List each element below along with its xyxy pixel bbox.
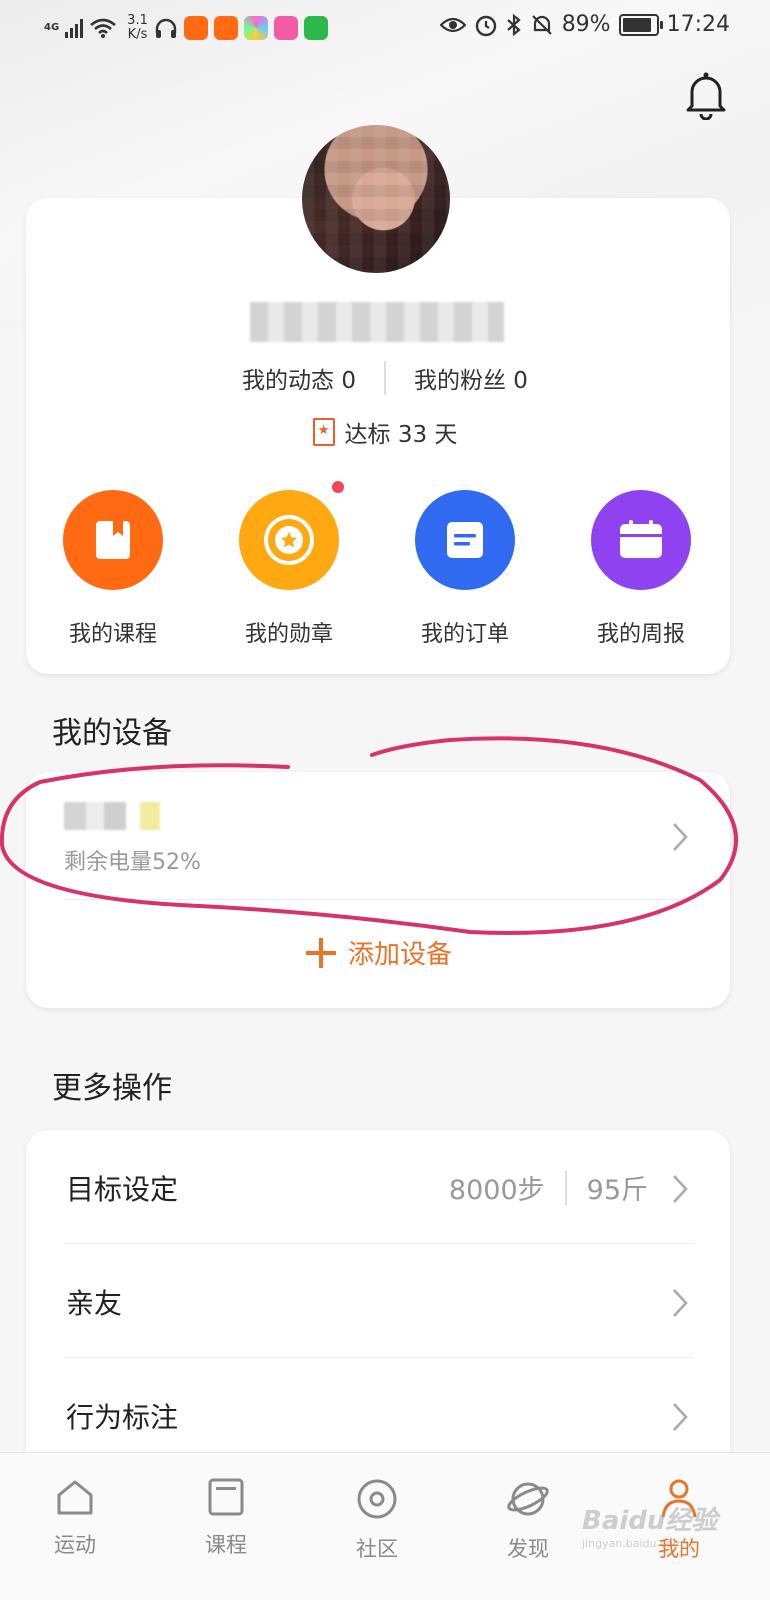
course-icon	[208, 1478, 244, 1516]
status-left: 4G 3.1 K/s	[44, 14, 328, 42]
chevron-right-icon	[673, 1403, 688, 1431]
add-device-button[interactable]: 添加设备	[26, 934, 730, 971]
quick-label: 我的勋章	[244, 622, 333, 647]
tab-community[interactable]: 社区	[322, 1477, 432, 1563]
goal-steps: 8000步	[448, 1175, 545, 1206]
goal-weight: 95斤	[586, 1175, 648, 1206]
bell-icon[interactable]	[682, 68, 730, 120]
family-friends-row[interactable]: 亲友	[26, 1244, 730, 1358]
mute-icon	[531, 14, 552, 35]
streak-badge: ★ 达标 33 天	[0, 414, 770, 450]
watermark-brand: Baidu经验	[582, 1506, 718, 1536]
my-fans-link[interactable]: 我的粉丝 0	[414, 361, 528, 395]
app-icon-iqiyi	[303, 16, 328, 40]
community-icon	[357, 1479, 397, 1519]
notification-dot	[332, 481, 344, 493]
device-battery-text: 剩余电量52%	[64, 850, 201, 875]
more-section-title: 更多操作	[52, 1071, 172, 1106]
app-icon-photos	[243, 16, 268, 40]
medal-icon	[239, 490, 339, 590]
signal-icon	[65, 18, 84, 38]
tab-label: 发现	[507, 1537, 549, 1561]
stats-divider	[384, 361, 386, 395]
chevron-right-icon	[673, 1175, 688, 1203]
chevron-right-icon	[673, 1289, 688, 1317]
divider	[64, 899, 692, 900]
profile-stats: 我的动态 0 我的粉丝 0	[0, 358, 770, 398]
status-right: 89% 17:24	[439, 12, 730, 37]
tab-label: 课程	[205, 1533, 247, 1557]
network-type: 4G	[44, 22, 60, 33]
device-name-redacted	[64, 802, 164, 830]
watermark-url: jingyan.baidu.com	[582, 1537, 684, 1550]
avatar[interactable]	[302, 125, 450, 273]
plus-icon	[305, 937, 336, 968]
speed-value: 3.1	[127, 13, 148, 28]
quick-my-courses[interactable]: 我的课程	[38, 490, 188, 648]
quick-my-medals[interactable]: 我的勋章	[214, 490, 364, 648]
goal-settings-row[interactable]: 目标设定 8000步 95斤	[26, 1130, 730, 1244]
battery-fill	[622, 17, 652, 32]
status-bar: 4G 3.1 K/s 89% 17:24	[0, 0, 770, 58]
add-device-label: 添加设备	[347, 940, 452, 970]
streak-label: 达标 33 天	[344, 422, 458, 448]
network-speed: 3.1 K/s	[127, 14, 148, 42]
ribbon-star-icon: ★	[312, 418, 335, 446]
tab-label: 运动	[54, 1533, 96, 1557]
app-icon-mi-1	[183, 16, 208, 40]
watermark: Baidu经验 jingyan.baidu.com	[582, 1500, 717, 1550]
tab-discover[interactable]: 发现	[473, 1477, 583, 1563]
calendar-icon	[591, 490, 691, 590]
order-list-icon	[415, 490, 515, 590]
speed-unit: K/s	[127, 27, 148, 42]
my-dynamics-link[interactable]: 我的动态 0	[242, 361, 356, 395]
quick-label: 我的订单	[420, 622, 509, 647]
quick-my-orders[interactable]: 我的订单	[390, 490, 540, 648]
device-item[interactable]: 剩余电量52%	[26, 772, 730, 899]
alarm-icon	[475, 15, 496, 36]
device-card: 剩余电量52% 添加设备	[26, 772, 730, 1008]
row-label: 目标设定	[66, 1173, 179, 1206]
app-icon-drama	[273, 16, 298, 40]
value-divider	[564, 1170, 567, 1205]
tab-label: 社区	[356, 1537, 398, 1561]
goal-values: 8000步 95斤	[449, 1168, 648, 1207]
quick-label: 我的周报	[596, 622, 685, 647]
app-icon-mi-2	[213, 16, 238, 40]
wifi-icon	[90, 18, 117, 38]
bluetooth-icon	[506, 13, 521, 36]
tab-sport[interactable]: 运动	[20, 1477, 130, 1559]
home-icon	[57, 1480, 93, 1515]
chevron-right-icon	[673, 823, 688, 851]
quick-my-weekly[interactable]: 我的周报	[566, 490, 716, 648]
clock: 17:24	[666, 12, 730, 37]
planet-icon	[507, 1482, 549, 1516]
nickname-redacted	[250, 302, 504, 342]
devices-section-title: 我的设备	[52, 716, 172, 751]
course-book-icon	[63, 490, 163, 590]
row-label: 行为标注	[66, 1401, 179, 1434]
more-actions-card: 目标设定 8000步 95斤 亲友 行为标注	[26, 1130, 730, 1490]
quick-label: 我的课程	[68, 622, 157, 647]
battery-percent: 89%	[561, 12, 611, 37]
row-label: 亲友	[66, 1287, 123, 1320]
eye-icon	[439, 17, 466, 32]
headphones-icon	[155, 18, 177, 38]
battery-icon	[618, 13, 663, 36]
tab-course[interactable]: 课程	[171, 1477, 281, 1559]
